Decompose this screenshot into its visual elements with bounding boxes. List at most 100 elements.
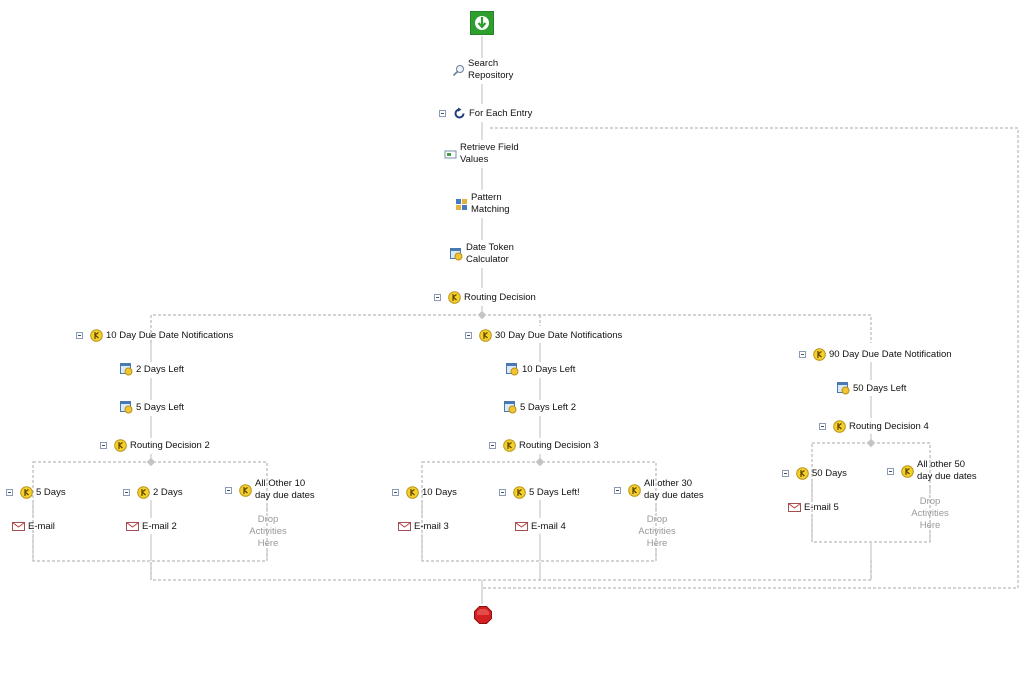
decision-icon <box>406 486 419 499</box>
decision-icon <box>901 464 914 478</box>
collapse-toggle[interactable] <box>489 442 496 449</box>
branch-label: 2 Days <box>153 486 183 498</box>
collapse-toggle[interactable] <box>225 486 232 494</box>
collapse-toggle[interactable] <box>434 294 441 301</box>
end-node[interactable] <box>474 606 492 624</box>
branch-all-other-30[interactable]: All other 30 day due dates <box>614 478 704 502</box>
collapse-toggle[interactable] <box>819 423 826 430</box>
activity-label: E-mail <box>28 520 55 532</box>
activity-label: 5 Days Left <box>136 401 185 413</box>
branch-label: 10 Day Due Date Notifications <box>106 329 234 341</box>
drop-activities-zone[interactable]: Drop Activities Here <box>243 514 293 550</box>
decision-icon <box>479 329 492 342</box>
email-activity[interactable]: E-mail <box>12 520 55 533</box>
collapse-toggle[interactable] <box>76 332 83 339</box>
decision-icon <box>796 467 809 480</box>
activity-label: Routing Decision 2 <box>130 439 210 451</box>
activity-50-days-left[interactable]: 50 Days Left <box>837 382 906 395</box>
branch-2-days[interactable]: 2 Days <box>123 486 183 499</box>
envelope-icon <box>12 522 25 531</box>
decision-icon <box>813 348 826 361</box>
activity-label: E-mail 4 <box>531 520 566 532</box>
activity-2-days-left[interactable]: 2 Days Left <box>120 363 184 376</box>
branch-label: 50 Days <box>812 467 847 479</box>
envelope-icon <box>515 522 528 531</box>
branch-30-day-notifications[interactable]: 30 Day Due Date Notifications <box>465 329 622 342</box>
decision-icon <box>628 483 641 497</box>
routing-decision-3[interactable]: Routing Decision 3 <box>489 439 599 452</box>
collapse-toggle[interactable] <box>782 470 789 477</box>
routing-decision-activity[interactable]: Routing Decision <box>434 291 536 304</box>
drop-activities-zone[interactable]: Drop Activities Here <box>905 496 955 532</box>
activity-label: Routing Decision 3 <box>519 439 599 451</box>
retrieve-field-values-activity[interactable]: Retrieve Field Values <box>444 142 519 166</box>
stop-octagon-icon <box>474 606 492 624</box>
start-arrow-icon <box>469 10 495 36</box>
collapse-toggle[interactable] <box>887 467 894 475</box>
collapse-toggle[interactable] <box>499 489 506 496</box>
pattern-matching-activity[interactable]: Pattern Matching <box>455 192 510 216</box>
activity-label: 50 Days Left <box>853 382 907 394</box>
envelope-icon <box>126 522 139 531</box>
branch-label: All Other 10 day due dates <box>255 478 315 501</box>
decision-icon <box>833 420 846 433</box>
magnifier-icon <box>452 64 464 76</box>
activity-label: Routing Decision <box>464 291 536 303</box>
loop-icon <box>454 107 465 119</box>
branch-label: 10 Days <box>422 486 457 498</box>
branch-5-days[interactable]: 5 Days <box>6 486 66 499</box>
collapse-toggle[interactable] <box>799 351 806 358</box>
activity-label: E-mail 5 <box>804 501 839 513</box>
email-2-activity[interactable]: E-mail 2 <box>126 520 177 533</box>
date-token-icon <box>506 363 519 376</box>
branch-10-day-notifications[interactable]: 10 Day Due Date Notifications <box>76 329 233 342</box>
email-5-activity[interactable]: E-mail 5 <box>788 501 839 514</box>
date-token-icon <box>504 401 517 414</box>
branch-90-day-notification[interactable]: 90 Day Due Date Notification <box>799 348 952 361</box>
activity-label: 10 Days Left <box>522 363 576 375</box>
decision-icon <box>448 291 461 304</box>
date-token-icon <box>120 401 133 414</box>
decision-icon <box>513 486 526 499</box>
date-token-icon <box>837 382 850 395</box>
collapse-toggle[interactable] <box>100 442 107 449</box>
activity-10-days-left[interactable]: 10 Days Left <box>506 363 575 376</box>
activity-label: Date Token Calculator <box>466 242 514 265</box>
collapse-toggle[interactable] <box>392 489 399 496</box>
branch-10-days[interactable]: 10 Days <box>392 486 457 499</box>
pattern-icon <box>456 198 467 210</box>
activity-label: E-mail 3 <box>414 520 449 532</box>
collapse-toggle[interactable] <box>123 489 130 496</box>
email-4-activity[interactable]: E-mail 4 <box>515 520 566 533</box>
drop-activities-zone[interactable]: Drop Activities Here <box>632 514 682 550</box>
activity-label: Retrieve Field Values <box>460 142 519 165</box>
date-token-calculator-activity[interactable]: Date Token Calculator <box>450 242 514 266</box>
collapse-toggle[interactable] <box>465 332 472 339</box>
branch-all-other-50[interactable]: All other 50 day due dates <box>887 459 977 483</box>
start-node[interactable] <box>469 10 495 36</box>
for-each-entry-activity[interactable]: For Each Entry <box>439 107 532 120</box>
activity-label: 5 Days Left 2 <box>520 401 576 413</box>
envelope-icon <box>788 503 801 512</box>
email-3-activity[interactable]: E-mail 3 <box>398 520 449 533</box>
collapse-toggle[interactable] <box>614 486 621 494</box>
activity-label: Search Repository <box>468 58 514 81</box>
date-token-icon <box>120 363 133 376</box>
search-repository-activity[interactable]: Search Repository <box>452 58 513 82</box>
activity-label: For Each Entry <box>469 107 533 119</box>
routing-decision-2[interactable]: Routing Decision 2 <box>100 439 210 452</box>
collapse-toggle[interactable] <box>439 110 446 117</box>
branch-all-other-10[interactable]: All Other 10 day due dates <box>225 478 315 502</box>
branch-label: 90 Day Due Date Notification <box>829 348 952 360</box>
activity-5-days-left-2[interactable]: 5 Days Left 2 <box>504 401 576 414</box>
activity-label: 2 Days Left <box>136 363 185 375</box>
branch-label: All other 30 day due dates <box>644 478 704 501</box>
decision-icon <box>114 439 127 452</box>
collapse-toggle[interactable] <box>6 489 13 496</box>
branch-50-days[interactable]: 50 Days <box>782 467 847 480</box>
decision-icon <box>137 486 150 499</box>
routing-decision-4[interactable]: Routing Decision 4 <box>819 420 929 433</box>
branch-5-days-left-bang[interactable]: 5 Days Left! <box>499 486 580 499</box>
branch-label: 5 Days Left! <box>529 486 580 498</box>
activity-5-days-left[interactable]: 5 Days Left <box>120 401 184 414</box>
